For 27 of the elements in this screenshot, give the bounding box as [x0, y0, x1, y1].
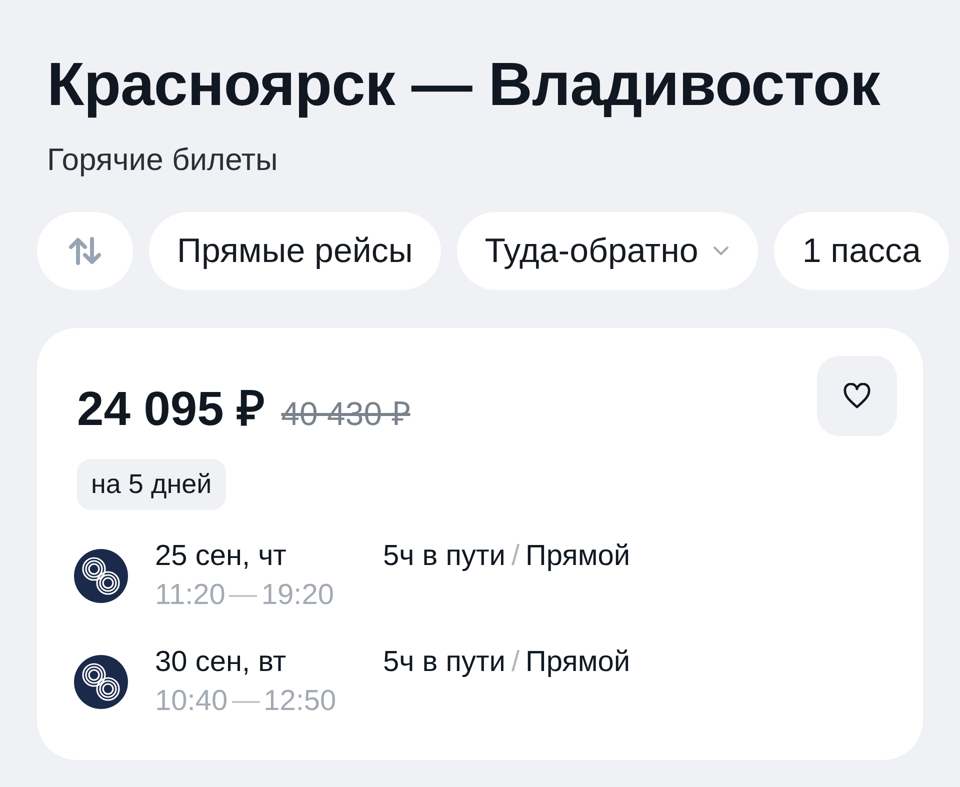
- filter-chip[interactable]: 1 пасса: [774, 212, 949, 290]
- chevron-down-icon: [712, 245, 730, 257]
- arrival-time: 12:50: [264, 685, 336, 718]
- arrival-time: 19:20: [261, 579, 334, 612]
- subtitle: Горячие билеты: [47, 142, 279, 178]
- favorite-button[interactable]: [817, 356, 897, 436]
- swap-arrows-icon: [67, 236, 103, 266]
- separator: /: [511, 540, 520, 573]
- departure-time: 10:40: [155, 685, 228, 718]
- heart-icon: [843, 383, 871, 409]
- offer-card[interactable]: 24 095 ₽ 40 430 ₽ на 5 дней 25 сен, чт 11:20 19:20 5ч в пути / Прямой 30 сен, вт 10:40 12:50 5ч в пути / Прямой: [37, 328, 923, 760]
- flight-duration: 5ч в пути: [383, 646, 506, 679]
- route-title: Красноярск — Владивосток: [47, 49, 882, 120]
- flight-date: 30 сен, вт: [155, 646, 288, 679]
- filter-chip[interactable]: Прямые рейсы: [149, 212, 441, 290]
- stay-badge: на 5 дней: [77, 459, 226, 510]
- old-price: 40 430 ₽: [281, 394, 410, 434]
- separator: /: [511, 646, 520, 679]
- flight-date: 25 сен, чт: [155, 540, 288, 573]
- flight-type: Прямой: [526, 646, 630, 679]
- flight-duration: 5ч в пути: [383, 540, 506, 573]
- flight-type: Прямой: [526, 540, 630, 573]
- airline-logo-icon: [74, 655, 128, 709]
- airline-logo-icon: [74, 549, 128, 603]
- departure-time: 11:20: [155, 579, 226, 612]
- trip-type-dropdown[interactable]: Туда-обратно: [456, 212, 758, 290]
- price: 24 095 ₽: [77, 382, 266, 438]
